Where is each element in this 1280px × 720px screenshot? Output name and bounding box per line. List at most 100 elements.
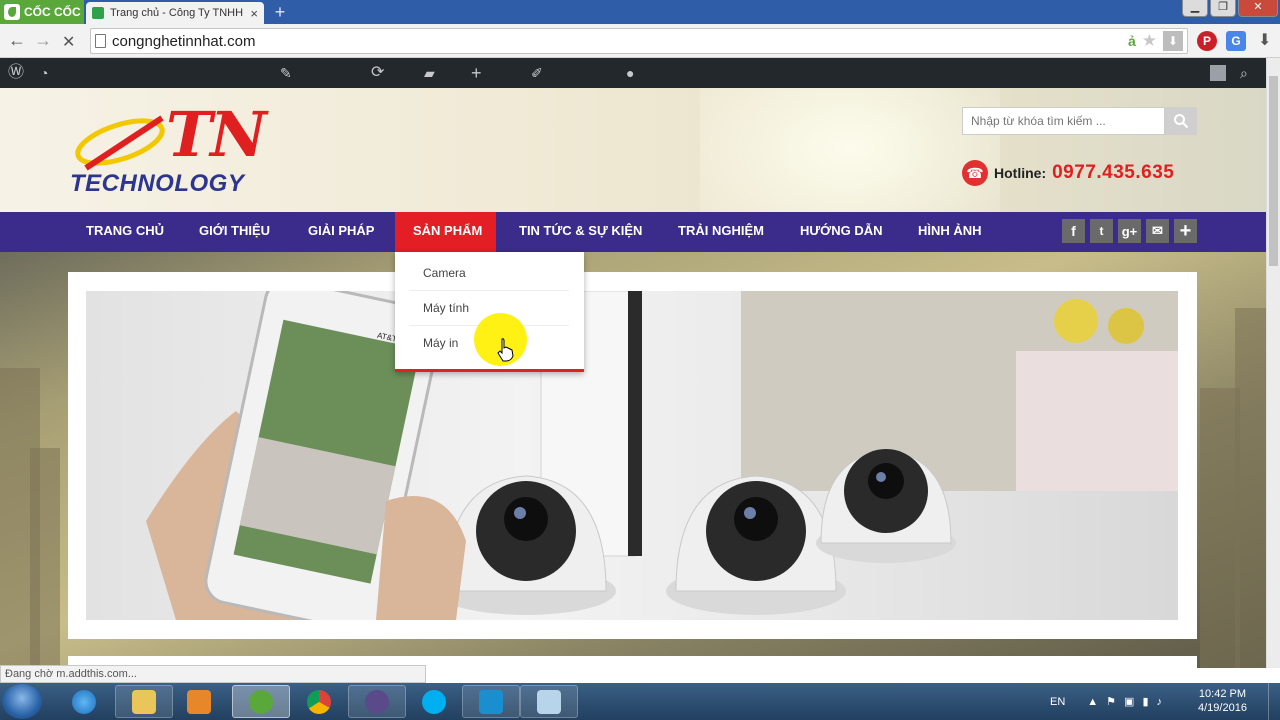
main-navigation: TRANG CHỦ GIỚI THIỆU GIẢI PHÁP SẢN PHẨM … [0, 212, 1266, 252]
tray-expand-icon[interactable]: ▲ [1087, 696, 1098, 708]
social-links: f t g+ ✉ + [1062, 219, 1197, 243]
tab-close-button[interactable]: × [250, 6, 258, 21]
start-button[interactable] [2, 684, 42, 719]
status-dot-icon[interactable]: ● [626, 64, 634, 82]
system-tray: EN ▲ ⚑ ▣ ▮ ♪ [1050, 683, 1162, 720]
taskbar-app[interactable] [348, 685, 406, 718]
new-content-icon[interactable]: + [471, 64, 482, 82]
network-icon[interactable]: ▮ [1142, 695, 1148, 708]
hero-slide-image[interactable]: AT&T [86, 291, 1178, 620]
window-close-button[interactable]: ✕ [1238, 0, 1278, 17]
header-background-glow [700, 88, 1000, 212]
shortcut-arrow-icon [479, 689, 503, 714]
url-text: congnghetinnhat.com [112, 32, 256, 50]
slide-artwork: AT&T [146, 291, 1178, 620]
share-more-icon[interactable]: + [1174, 219, 1197, 243]
browser-tab[interactable]: Trang chủ - Công Ty TNHH × [86, 2, 264, 24]
page-icon [95, 34, 106, 48]
admin-search-icon[interactable]: ⌕ [1240, 64, 1248, 82]
action-center-icon[interactable]: ⚑ [1106, 695, 1116, 708]
phone-icon: ☎ [962, 160, 988, 186]
taskbar-explorer[interactable] [115, 685, 173, 718]
city-building [1200, 388, 1240, 668]
nav-gioi-thieu[interactable]: GIỚI THIỆU [181, 212, 288, 252]
nav-huong-dan[interactable]: HƯỚNG DẪN [782, 212, 901, 252]
coccoc-dictionary-icon[interactable]: ả [1128, 33, 1136, 49]
taskbar-shortcut[interactable] [462, 685, 520, 718]
google-plus-icon[interactable]: g+ [1118, 219, 1141, 243]
dropdown-item-camera[interactable]: Camera [409, 256, 569, 291]
stop-button[interactable]: ✕ [62, 32, 75, 52]
updates-icon[interactable]: ⟳ [371, 64, 384, 82]
nav-tin-tuc-su-kien[interactable]: TIN TỨC & SỰ KIỆN [501, 212, 660, 252]
internet-explorer-icon [72, 689, 96, 714]
twitter-icon[interactable]: t [1090, 219, 1113, 243]
taskbar-chrome[interactable] [290, 685, 348, 718]
folder-icon [132, 689, 156, 714]
site-header: TN TECHNOLOGY ☎ Hotline: 0977.435.635 [0, 88, 1266, 212]
taskbar-clock[interactable]: 10:42 PM 4/19/2016 [1198, 687, 1247, 715]
download-page-icon[interactable]: ⬇ [1163, 31, 1183, 51]
windows-taskbar: EN ▲ ⚑ ▣ ▮ ♪ 10:42 PM 4/19/2016 [0, 683, 1280, 720]
nav-trang-chu[interactable]: TRANG CHỦ [68, 212, 182, 252]
volume-icon[interactable]: ♪ [1157, 696, 1163, 708]
translate-extension-icon[interactable]: G [1226, 31, 1246, 51]
bookmark-star-icon[interactable]: ★ [1142, 31, 1157, 51]
site-search [962, 107, 1197, 135]
address-bar-row: ← → ✕ congnghetinnhat.com ả ★ ⬇ P G ⬇ [0, 24, 1280, 58]
nav-san-pham[interactable]: SẢN PHẨM [395, 212, 496, 252]
comments-icon[interactable]: ▰ [424, 64, 435, 82]
skype-icon [422, 689, 446, 714]
chrome-icon [307, 689, 331, 714]
search-button[interactable] [1165, 107, 1197, 135]
browser-brand-label: CỐC CỐC [24, 5, 81, 19]
downloads-icon[interactable]: ⬇ [1258, 30, 1271, 50]
back-button[interactable]: ← [8, 30, 26, 51]
taskbar-skype[interactable] [405, 685, 463, 718]
user-avatar-icon[interactable] [1210, 65, 1226, 81]
minimize-button[interactable]: ▁ [1182, 0, 1208, 17]
taskbar-media[interactable] [170, 685, 228, 718]
scrollbar-thumb[interactable] [1269, 76, 1278, 266]
search-input[interactable] [962, 107, 1165, 135]
logo-text-technology: TECHNOLOGY [70, 170, 245, 197]
status-bubble: Đang chờ m.addthis.com... [0, 665, 426, 683]
hotline-number[interactable]: 0977.435.635 [1052, 162, 1174, 184]
pinterest-extension-icon[interactable]: P [1197, 31, 1217, 51]
taskbar-ie[interactable] [55, 685, 113, 718]
site-logo[interactable]: TN TECHNOLOGY [70, 98, 285, 198]
coccoc-logo-icon [4, 4, 20, 20]
nav-trai-nghiem[interactable]: TRẢI NGHIỆM [660, 212, 782, 252]
edit-page-icon[interactable]: ✐ [531, 64, 543, 82]
taskbar-app-2[interactable] [520, 685, 578, 718]
customize-brush-icon[interactable]: ✎ [280, 64, 292, 82]
logo-text-tn: TN [166, 98, 267, 171]
site-favicon-icon [92, 7, 104, 19]
browser-tab-strip: CỐC CỐC Trang chủ - Công Ty TNHH × + ▁ ❐… [0, 0, 1280, 24]
device-icon[interactable]: ▣ [1124, 695, 1134, 708]
app-icon [365, 689, 389, 714]
clock-time: 10:42 PM [1198, 688, 1247, 700]
page-scrollbar[interactable] [1266, 58, 1280, 668]
coccoc-menu-button[interactable]: CỐC CỐC [0, 0, 84, 24]
window-controls: ▁ ❐ ✕ [1182, 0, 1278, 17]
taskbar-coccoc[interactable] [232, 685, 290, 718]
clock-date: 4/19/2016 [1198, 702, 1247, 714]
nav-hinh-anh[interactable]: HÌNH ẢNH [900, 212, 1000, 252]
tab-title: Trang chủ - Công Ty TNHH [110, 7, 244, 19]
forward-button[interactable]: → [34, 30, 52, 51]
new-tab-button[interactable]: + [270, 3, 290, 21]
maximize-button[interactable]: ❐ [1210, 0, 1236, 17]
facebook-icon[interactable]: f [1062, 219, 1085, 243]
hand-pointer-icon [497, 338, 514, 362]
window-app-icon [537, 689, 561, 714]
dashboard-icon[interactable]: ◔ [40, 64, 48, 82]
language-indicator[interactable]: EN [1050, 696, 1065, 708]
show-desktop-button[interactable] [1268, 683, 1280, 720]
hotline: ☎ Hotline: 0977.435.635 [962, 160, 1174, 186]
city-building [30, 448, 60, 668]
nav-giai-phap[interactable]: GIẢI PHÁP [290, 212, 392, 252]
mail-icon[interactable]: ✉ [1146, 219, 1169, 243]
url-bar[interactable]: congnghetinnhat.com ả ★ ⬇ [90, 28, 1188, 54]
wordpress-logo-icon[interactable]: Ⓦ [8, 64, 24, 82]
